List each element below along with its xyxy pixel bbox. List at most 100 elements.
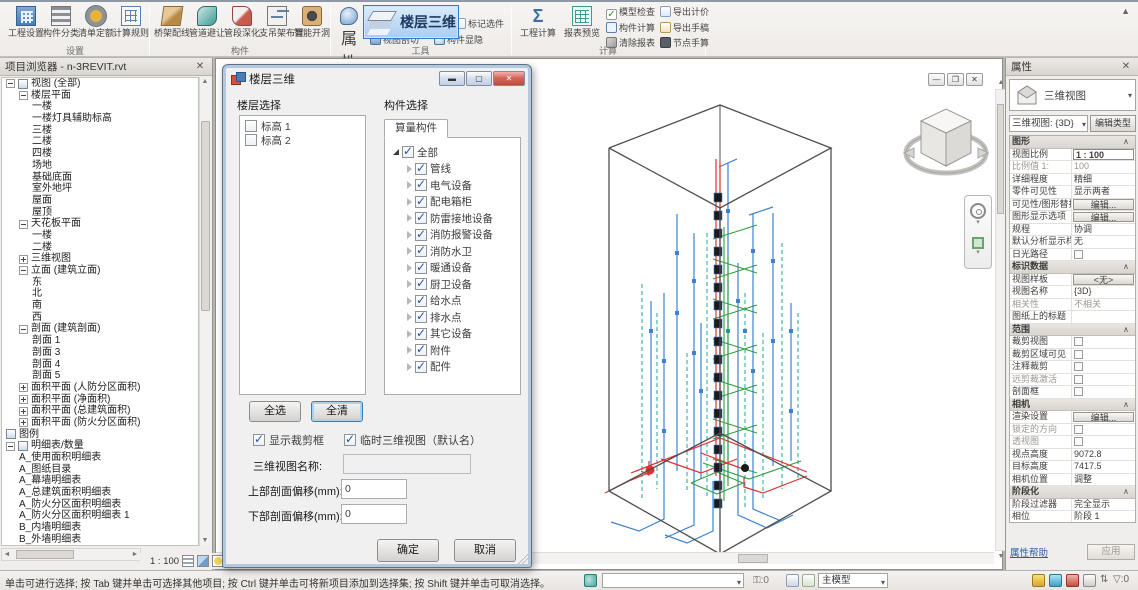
property-value[interactable]: 无 (1072, 236, 1135, 248)
view-scale-control[interactable]: 1 : 100 (150, 556, 179, 567)
property-value[interactable]: {3D} (1072, 286, 1135, 298)
component-checkbox[interactable] (415, 361, 427, 373)
tree-item[interactable]: A_幕墙明细表 (2, 475, 198, 487)
expand-icon[interactable] (19, 383, 28, 392)
expand-icon[interactable] (407, 313, 412, 321)
temp-3d-view-checkbox[interactable]: 临时三维视图（默认名） (344, 432, 481, 448)
expand-icon[interactable] (407, 247, 412, 255)
component-checkbox[interactable] (415, 344, 427, 356)
component-tree-item[interactable]: 配件 (385, 359, 520, 376)
mark-option-button[interactable]: 标记选件 (455, 18, 504, 31)
show-crop-checkbox[interactable]: 显示裁剪框 (253, 432, 324, 448)
tree-item[interactable]: 屋顶 (2, 207, 198, 219)
selection-filter-icon[interactable]: ▽:0 (1113, 574, 1129, 585)
floor-checkbox[interactable] (245, 120, 257, 132)
pipe-deepen-button[interactable]: 管段深化 (224, 5, 260, 45)
component-checkbox[interactable] (415, 278, 427, 290)
expand-icon[interactable] (19, 418, 28, 427)
smart-opening-button[interactable]: 智能开洞 (294, 5, 330, 45)
tree-item[interactable]: 北 (2, 288, 198, 300)
tree-item[interactable]: 一楼 (2, 101, 198, 113)
select-toggle-icon[interactable]: ⇅ (1100, 574, 1108, 585)
collapse-icon[interactable] (6, 79, 15, 88)
component-tree-item[interactable]: 暖通设备 (385, 260, 520, 277)
component-checkbox[interactable] (415, 311, 427, 323)
component-tree-item[interactable]: 排水点 (385, 309, 520, 326)
expand-icon[interactable] (407, 264, 412, 272)
tree-item[interactable]: 南 (2, 300, 198, 312)
tree-item[interactable]: 视图 (全部) (2, 78, 198, 90)
dialog-close-icon[interactable]: ✕ (493, 71, 525, 86)
dialog-resize-grip[interactable] (518, 554, 528, 564)
tree-item[interactable]: A_总建筑面积明细表 (2, 487, 198, 499)
component-tree-item[interactable]: 消防报警设备 (385, 227, 520, 244)
view-restore-icon[interactable]: ❐ (947, 73, 964, 86)
dialog-maximize-icon[interactable]: ▢ (466, 71, 492, 86)
tree-item[interactable]: 屋面 (2, 195, 198, 207)
property-checkbox[interactable] (1074, 437, 1083, 446)
property-edit-button[interactable]: 编辑... (1073, 212, 1134, 223)
project-browser-vscrollbar[interactable]: ▲ ▼ (199, 77, 211, 546)
floor-3d-button[interactable]: 楼层三维 (363, 5, 459, 39)
instance-selector[interactable]: 三维视图: {3D} (1009, 115, 1088, 132)
calc-rules-button[interactable]: 计算规则 (113, 5, 149, 45)
tree-item[interactable]: 剖面 1 (2, 335, 198, 347)
expand-icon[interactable] (407, 330, 412, 338)
show-crop-checkbox-box[interactable] (253, 434, 265, 446)
section-collapse-icon[interactable]: ∧ (1123, 399, 1135, 411)
collapse-icon[interactable] (393, 149, 399, 155)
component-checkbox[interactable] (415, 328, 427, 340)
project-browser-hscrollbar[interactable]: ◄ ► (1, 548, 141, 561)
expand-icon[interactable] (407, 214, 412, 222)
property-value[interactable] (1072, 311, 1135, 323)
component-tree-item[interactable]: 附件 (385, 342, 520, 359)
tree-item[interactable]: 二楼 (2, 136, 198, 148)
design-option-dialog-icon[interactable] (802, 574, 815, 587)
component-checkbox[interactable] (415, 229, 427, 241)
tree-item[interactable]: 楼层平面 (2, 90, 198, 102)
tab-quantity-components[interactable]: 算量构件 (384, 119, 448, 138)
detail-level-icon[interactable] (182, 555, 194, 567)
component-tree[interactable]: 全部管线电气设备配电箱柜防雷接地设备消防报警设备消防水卫暖通设备厨卫设备给水点排… (384, 137, 521, 395)
tree-item[interactable]: 剖面 4 (2, 359, 198, 371)
component-checkbox[interactable] (415, 212, 427, 224)
floor-item[interactable]: 标高 2 (242, 133, 363, 147)
property-value[interactable]: 阶段 1 (1072, 511, 1135, 523)
model-check-button[interactable]: ✓模型检查 (606, 6, 655, 19)
collapse-icon[interactable] (19, 220, 28, 229)
property-checkbox[interactable] (1074, 425, 1083, 434)
property-value[interactable]: 1 : 100 (1073, 149, 1134, 160)
navigation-bar[interactable]: ▾ ▾ (964, 195, 992, 269)
tree-item[interactable]: 图例 (2, 429, 198, 441)
cancel-button[interactable]: 取消 (454, 539, 516, 562)
tree-item[interactable]: 西 (2, 312, 198, 324)
component-tree-item[interactable]: 其它设备 (385, 326, 520, 343)
engineering-calc-button[interactable]: Σ 工程计算 (518, 5, 558, 45)
editing-requests-icon[interactable]: ⚿:0 (753, 575, 769, 586)
pipe-avoid-button[interactable]: 管道避让 (189, 5, 225, 45)
component-tree-item[interactable]: 管线 (385, 161, 520, 178)
properties-button[interactable]: 属性 (334, 5, 364, 45)
temp-3d-view-checkbox-box[interactable] (344, 434, 356, 446)
export-pricing-button[interactable]: 导出计价 (660, 6, 709, 19)
tree-item[interactable]: A_图纸目录 (2, 464, 198, 476)
property-edit-button[interactable]: <无> (1073, 274, 1134, 285)
tree-item[interactable]: A_使用面积明细表 (2, 452, 198, 464)
view-close-icon[interactable]: ✕ (966, 73, 983, 86)
reveal-constraints-icon[interactable] (1049, 574, 1062, 587)
collapse-icon[interactable] (6, 442, 15, 451)
expand-icon[interactable] (407, 231, 412, 239)
lower-offset-field[interactable]: 0 (341, 504, 407, 524)
component-checkbox[interactable] (415, 262, 427, 274)
apply-button[interactable]: 应用 (1087, 544, 1135, 560)
expand-icon[interactable] (407, 181, 412, 189)
component-tree-root[interactable]: 全部 (385, 144, 520, 161)
zoom-tool-icon[interactable] (972, 237, 984, 249)
component-checkbox[interactable] (415, 295, 427, 307)
component-tree-item[interactable]: 厨卫设备 (385, 276, 520, 293)
section-collapse-icon[interactable]: ∧ (1123, 136, 1135, 148)
tree-item[interactable]: 剖面 5 (2, 370, 198, 382)
property-value[interactable]: 精细 (1072, 174, 1135, 186)
component-checkbox[interactable] (402, 146, 414, 158)
expand-icon[interactable] (407, 280, 412, 288)
